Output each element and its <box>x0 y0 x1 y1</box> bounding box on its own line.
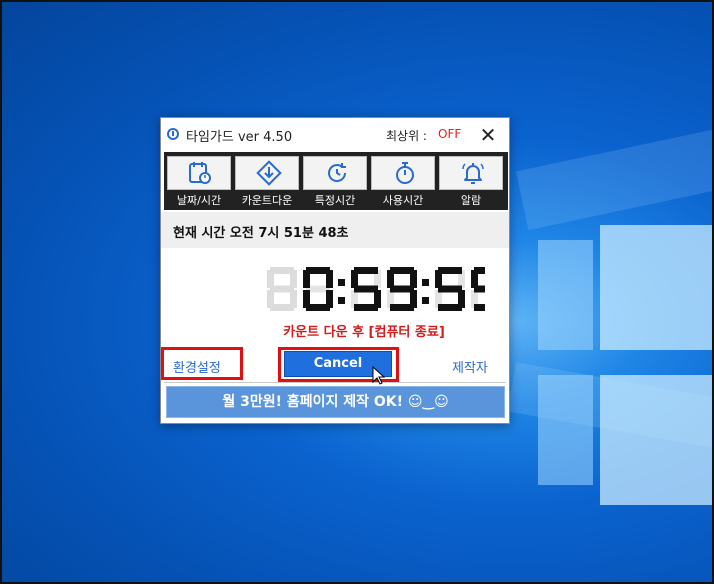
toolbar-label-alarm: 알람 <box>460 194 482 207</box>
digit-segment <box>387 270 394 288</box>
countdown-digits <box>267 267 485 311</box>
digit-segment <box>390 304 414 311</box>
digit-segment <box>390 285 414 293</box>
countdown-digit <box>435 267 465 311</box>
toolbar-label-usage-time: 사용시간 <box>382 194 424 207</box>
ad-banner[interactable]: 월 3만원! 홈페이지 제작 OK! ☺‿☺ <box>166 386 505 418</box>
digit-segment <box>270 285 294 293</box>
digit-segment <box>438 304 462 311</box>
clock-app-icon <box>167 128 179 140</box>
topmost-toggle[interactable]: OFF <box>438 127 461 141</box>
digit-segment <box>326 270 333 288</box>
colon-dot <box>338 279 345 286</box>
settings-link[interactable]: 환경설정 <box>173 357 221 376</box>
window-logo-pane <box>600 225 714 350</box>
toolbar-label-specific-time: 특정시간 <box>314 194 356 207</box>
digit-segment <box>267 270 274 288</box>
digit-segment <box>435 270 442 288</box>
current-time-text: 현재 시간 오전 7시 51분 48초 <box>173 226 349 241</box>
stopwatch-icon <box>396 162 414 184</box>
bell-icon <box>462 163 484 184</box>
download-arrow-icon <box>256 160 282 186</box>
window-logo-pane <box>600 375 714 505</box>
title-bar[interactable]: 타임가드 ver 4.50 최상위 : OFF ✕ <box>161 118 509 152</box>
topmost-label: 최상위 : <box>386 129 427 143</box>
colon-dot <box>338 297 345 304</box>
toolbar-button-alarm[interactable] <box>439 156 503 190</box>
digit-segment <box>471 270 478 288</box>
toolbar-label-countdown: 카운트다운 <box>241 194 293 207</box>
countdown-action-status: 카운트 다운 후 [컴퓨터 종료] <box>283 325 445 340</box>
digit-segment <box>267 290 274 308</box>
close-button[interactable]: ✕ <box>477 124 499 146</box>
toolbar-button-datetime[interactable] <box>167 156 231 190</box>
maker-link[interactable]: 제작자 <box>452 357 488 376</box>
toolbar-button-specific-time[interactable] <box>303 156 367 190</box>
digit-segment <box>354 304 378 311</box>
toolbar-label-datetime: 날짜/시간 <box>176 194 222 207</box>
colon-dot <box>422 297 429 304</box>
countdown-digit <box>387 267 417 311</box>
digit-segment <box>410 270 417 288</box>
mouse-cursor-icon <box>372 366 386 385</box>
window-logo-pane <box>538 375 593 485</box>
light-beam <box>515 129 714 231</box>
toolbar-button-usage-time[interactable] <box>371 156 435 190</box>
toolbar-button-countdown[interactable] <box>235 156 299 190</box>
digit-segment <box>474 285 485 293</box>
digit-segment <box>290 270 297 288</box>
toolbar: 날짜/시간 카운트다운 특정시간 사용시간 알람 <box>164 152 508 210</box>
calendar-clock-icon <box>189 162 211 184</box>
countdown-digit <box>351 267 381 311</box>
digit-segment <box>303 290 310 308</box>
digit-segment <box>474 304 485 311</box>
timeguard-window: 타임가드 ver 4.50 최상위 : OFF ✕ 날짜/시간 카운트다운 특정… <box>160 117 510 424</box>
digit-segment <box>303 270 310 288</box>
colon-dot <box>422 279 429 286</box>
window-title: 타임가드 ver 4.50 <box>186 130 293 145</box>
digit-segment <box>351 270 358 288</box>
current-time-bar: 현재 시간 오전 7시 51분 48초 <box>161 212 509 248</box>
ghost-digit <box>267 267 297 311</box>
window-logo-pane <box>538 240 593 350</box>
footer-divider <box>164 382 506 383</box>
clock-refresh-icon <box>328 163 347 182</box>
